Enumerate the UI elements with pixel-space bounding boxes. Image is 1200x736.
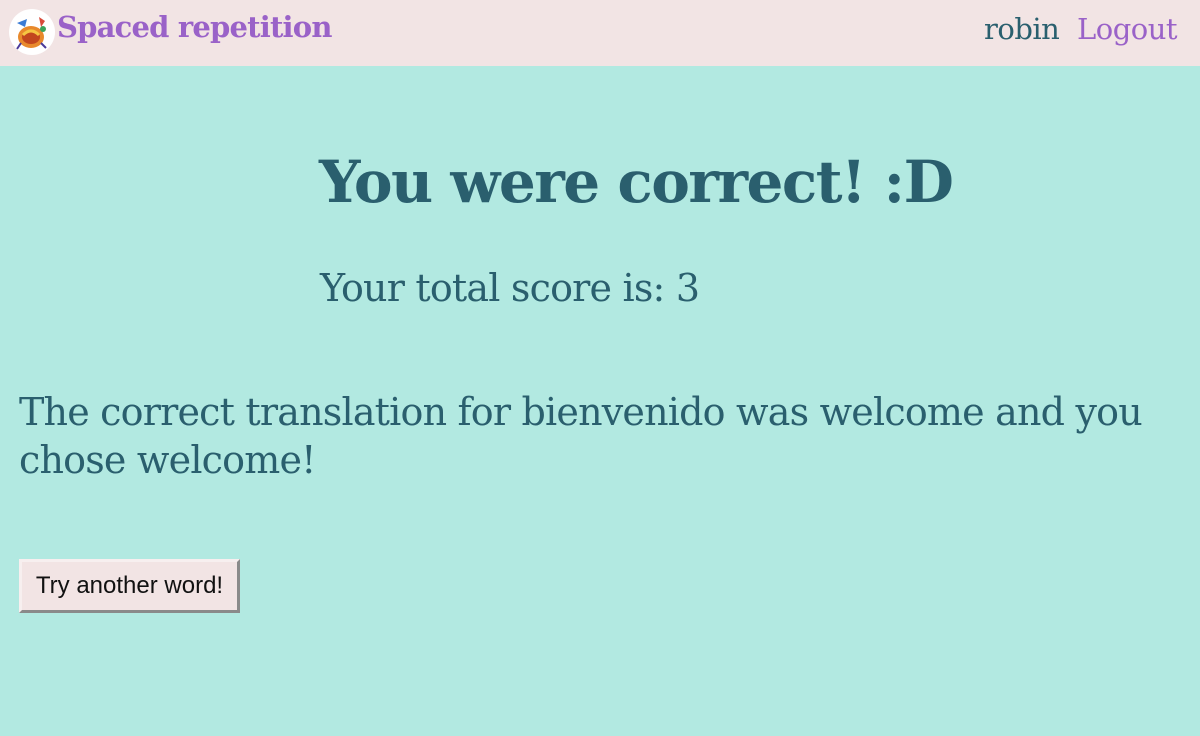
app-title-link[interactable]: Spaced repetition — [57, 10, 332, 44]
result-heading: You were correct! :D — [319, 148, 954, 216]
logo-graphic — [10, 10, 54, 54]
app-logo-icon[interactable] — [9, 9, 55, 55]
total-score-text: Your total score is: 3 — [320, 266, 700, 310]
try-another-word-button[interactable]: Try another word! — [19, 559, 240, 613]
top-nav-bar: Spaced repetition robin Logout — [0, 0, 1200, 66]
translation-feedback: The correct translation for bienvenido w… — [19, 390, 1143, 482]
username-label: robin — [984, 12, 1060, 46]
logout-link[interactable]: Logout — [1077, 12, 1178, 46]
